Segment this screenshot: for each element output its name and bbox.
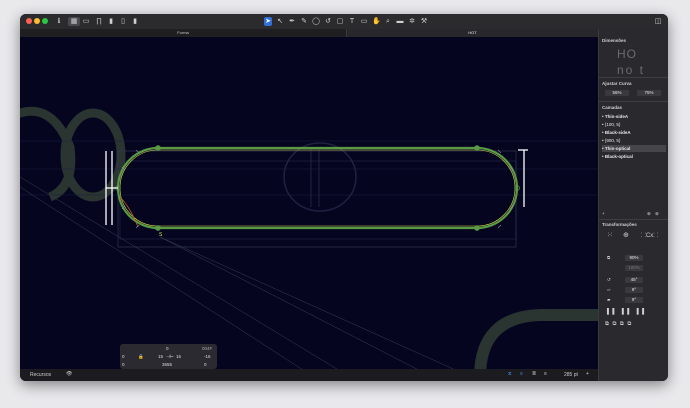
section-transforms[interactable]: Transformações <box>602 222 637 227</box>
minimize-window-button[interactable] <box>34 18 40 24</box>
file-icon[interactable]: ▮ <box>108 17 114 26</box>
comment-icon[interactable]: ▭ <box>360 17 368 26</box>
hand-icon[interactable]: ✋ <box>372 17 381 26</box>
text-icon[interactable]: T <box>348 17 356 26</box>
rotate-field[interactable]: 45° <box>625 277 643 283</box>
layer-item[interactable]: • Thin-sideA <box>602 113 666 120</box>
pointer-icon[interactable]: ➤ <box>264 17 272 26</box>
add-layer-icon[interactable]: + <box>602 211 605 216</box>
align-grid-icon[interactable]: ⁙ <box>607 231 613 239</box>
list-view-icon[interactable]: ▭ <box>80 17 92 26</box>
inspector-panel: Dimensões HO no t Ajustar Curva 56% 75% … <box>598 29 668 381</box>
lock-icon[interactable]: 🔒 <box>138 354 144 360</box>
dimension-preview-line1: HO <box>617 47 637 61</box>
info-tag: 004F <box>202 346 213 351</box>
edit-icon[interactable]: ↖ <box>276 17 284 26</box>
skew-field-1[interactable]: 9° <box>625 287 643 293</box>
skew-icon[interactable]: ▰ <box>607 297 610 303</box>
eye-icon[interactable]: 👁 <box>66 371 72 377</box>
grid-view-icon[interactable]: ▦ <box>68 17 80 26</box>
pencil-icon[interactable]: ✎ <box>300 17 308 26</box>
glyph-canvas[interactable]: S <box>20 37 598 381</box>
info-icon[interactable]: ℹ <box>56 17 62 26</box>
info-top-value: 0 <box>166 346 169 351</box>
info-w2: 15 <box>176 354 182 359</box>
titlebar: ℹ ▦ ▭ ∏ ▮ ▯ ▮ ➤ ↖ ✒ ✎ ◯ ↺ ▢ T ▭ ✋ ⌕ ▬ ✲ … <box>20 14 668 29</box>
info-x-value: 0 <box>122 354 125 359</box>
pen-icon[interactable]: ✒ <box>288 17 296 26</box>
section-layers[interactable]: Camadas <box>602 105 622 110</box>
glyph-icon[interactable]: ∏ <box>96 17 102 26</box>
file-icon[interactable]: ▯ <box>120 17 126 26</box>
measurement-info-panel: 0 004F 0 🔒 15 ⊣⊢ 15 -16 0 3655 0 <box>120 344 217 369</box>
scale-field-2[interactable]: 100% <box>625 265 643 271</box>
resources-label[interactable]: Recursos <box>30 372 51 378</box>
optical-outline <box>119 149 516 227</box>
align-buttons-row[interactable]: ▐ ▌ ▐ ▌ ▐ ▌ <box>605 309 647 315</box>
document-icon[interactable]: ▮ <box>132 17 138 26</box>
info-y-value: 0 <box>122 362 125 367</box>
section-dimensions[interactable]: Dimensões <box>602 38 626 43</box>
skew-icon[interactable]: ▱ <box>607 287 610 293</box>
background-glyph-curve <box>474 309 598 378</box>
node <box>474 145 480 151</box>
svg-text:S: S <box>159 232 163 238</box>
canvas-drawing: S <box>20 106 598 381</box>
layer-item[interactable]: • {900, 5} <box>602 137 666 144</box>
node <box>155 145 161 151</box>
boolean-ops-row[interactable]: ⧉ ⧉ ⧉ ⧉ <box>605 321 632 328</box>
align-left-icon[interactable]: ≡ <box>520 371 523 377</box>
zoom-window-button[interactable] <box>42 18 48 24</box>
rotate-icon[interactable]: ↺ <box>324 17 332 26</box>
origin-icon[interactable]: ⊕ <box>623 231 629 239</box>
zoom-in-icon[interactable]: + <box>586 371 589 377</box>
info-length: 3655 <box>162 362 173 367</box>
measure-icon[interactable]: ▬ <box>396 17 404 26</box>
dimension-preview-line2: no t <box>617 63 646 77</box>
layer-item-selected[interactable]: • Thin-optical <box>602 145 666 152</box>
zoom-level[interactable]: 285 pt <box>564 372 578 378</box>
tab-forma[interactable]: Forma <box>20 29 347 37</box>
scale-icon[interactable]: ⧉ <box>607 255 610 260</box>
align-center-icon[interactable]: ≡ <box>544 371 547 377</box>
info-w1: 15 <box>158 354 164 359</box>
skew-field-2[interactable]: 9° <box>625 297 643 303</box>
node <box>155 225 161 231</box>
status-bar: Recursos 👁 ⧖ ≡ ≣ ≡ 285 pt + <box>20 369 598 381</box>
wrench-icon[interactable]: ⚒ <box>420 17 428 26</box>
zoom-icon[interactable]: ⌕ <box>384 17 392 26</box>
section-curve[interactable]: Ajustar Curva <box>602 81 632 86</box>
expand-icon[interactable]: ⸬Cx⸬ <box>641 231 658 239</box>
info-dist: -16 <box>204 354 211 359</box>
layer-item[interactable]: • Black-sideA <box>602 129 666 136</box>
bounding-box <box>117 150 517 248</box>
tab-hot[interactable]: HOT <box>347 29 598 37</box>
curve-value-b[interactable]: 75% <box>637 90 661 96</box>
align-right-icon[interactable]: ≣ <box>532 371 536 377</box>
note-icon[interactable]: ▢ <box>336 17 344 26</box>
layer-option-icon[interactable]: ⊕ <box>647 211 651 217</box>
info-h-value: 0 <box>204 362 207 367</box>
layer-item[interactable]: • {100, 5} <box>602 121 666 128</box>
layer-item[interactable]: • Black-optical <box>602 153 666 160</box>
width-icon: ⊣⊢ <box>166 354 174 359</box>
scale-field[interactable]: 90% <box>625 255 643 261</box>
shape-icon[interactable]: ◯ <box>312 17 320 26</box>
align-icon[interactable]: ⧖ <box>508 371 512 377</box>
rotate-ccw-icon[interactable]: ↺ <box>607 277 611 283</box>
app-window: ℹ ▦ ▭ ∏ ▮ ▯ ▮ ➤ ↖ ✒ ✎ ◯ ↺ ▢ T ▭ ✋ ⌕ ▬ ✲ … <box>20 14 668 381</box>
background-glyph-ring <box>283 142 357 212</box>
tab-bar: Forma HOT <box>20 29 598 37</box>
curve-value-a[interactable]: 56% <box>605 90 629 96</box>
glyph-outline <box>116 146 519 230</box>
settings-icon[interactable]: ✲ <box>408 17 416 26</box>
node <box>474 225 480 231</box>
layer-settings-icon[interactable]: ⊗ <box>655 211 659 217</box>
sidebar-toggle-icon[interactable]: ◫ <box>654 17 662 26</box>
close-window-button[interactable] <box>26 18 32 24</box>
